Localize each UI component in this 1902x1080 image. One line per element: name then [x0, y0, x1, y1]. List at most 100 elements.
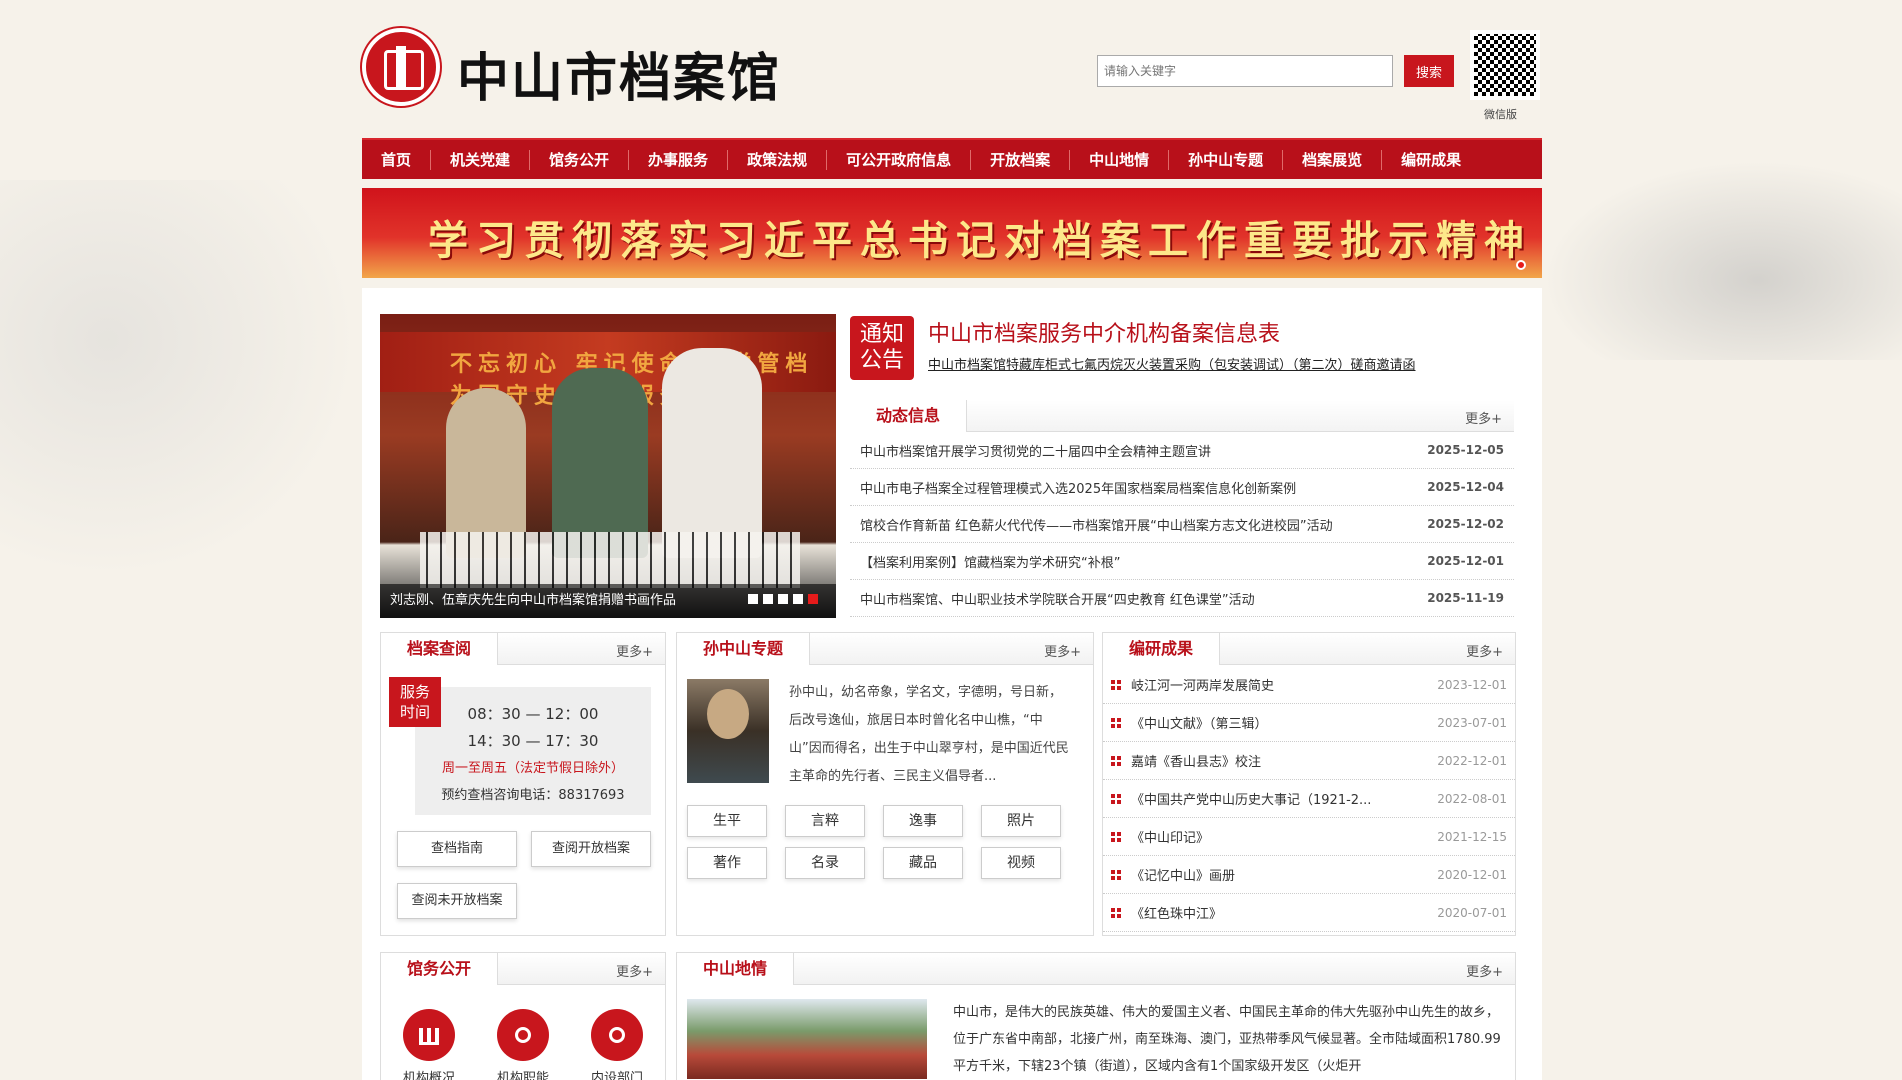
slider-dot-active[interactable]: [808, 594, 818, 604]
slider-dot[interactable]: [778, 594, 788, 604]
guide-button[interactable]: 查档指南: [397, 831, 517, 867]
tag-collection[interactable]: 藏品: [883, 847, 963, 879]
bar-chart-icon: [419, 1023, 439, 1045]
research-item-title[interactable]: 《红色珠中江》: [1131, 903, 1427, 922]
departments-label[interactable]: 内设部门: [577, 1067, 657, 1080]
tag-quotes[interactable]: 言粹: [785, 805, 865, 837]
campaign-banner[interactable]: 学习贯彻落实习近平总书记对档案工作重要批示精神: [362, 188, 1542, 278]
tag-anecdotes[interactable]: 逸事: [883, 805, 963, 837]
affairs-more[interactable]: 更多+: [616, 961, 653, 980]
news-title[interactable]: 中山市档案馆、中山职业技术学院联合开展“四史教育 红色课堂”活动: [860, 589, 1255, 608]
notice-subtitle-link[interactable]: 中山市档案馆特藏库柜式七氟丙烷灭火装置采购（包安装调试）（第二次）磋商邀请函: [928, 354, 1416, 373]
search-button[interactable]: 搜索: [1404, 55, 1454, 87]
tag-works[interactable]: 著作: [687, 847, 767, 879]
zhongshan-more[interactable]: 更多+: [1466, 961, 1503, 980]
org-overview-label[interactable]: 机构概况: [389, 1067, 469, 1080]
research-item[interactable]: 《中国共产党中山历史大事记（1921-2... 2022-08-01: [1103, 780, 1515, 818]
slider-caption[interactable]: 刘志刚、伍章庆先生向中山市档案馆捐赠书画作品: [390, 589, 676, 608]
nav-gov-info[interactable]: 可公开政府信息: [827, 149, 972, 170]
tag-videos[interactable]: 视频: [981, 847, 1061, 879]
research-item[interactable]: 《中山印记》 2021-12-15: [1103, 818, 1515, 856]
research-item-date: 2023-07-01: [1437, 715, 1507, 730]
research-item-title[interactable]: 《中山文献》（第三辑）: [1131, 713, 1427, 732]
research-item-date: 2022-08-01: [1437, 791, 1507, 806]
research-more[interactable]: 更多+: [1466, 641, 1503, 660]
nav-services[interactable]: 办事服务: [629, 149, 729, 170]
slider-dot[interactable]: [793, 594, 803, 604]
research-item[interactable]: 《记忆中山》画册 2020-12-01: [1103, 856, 1515, 894]
slider-dot[interactable]: [748, 594, 758, 604]
slider-dots: [748, 594, 818, 604]
nav-exhibition[interactable]: 档案展览: [1283, 149, 1383, 170]
slider-dot[interactable]: [763, 594, 773, 604]
header: 中山市档案馆 搜索 微信版: [362, 0, 1542, 138]
bullet-icon: [1111, 869, 1121, 880]
zhongshan-title[interactable]: 中山地情: [677, 953, 795, 985]
news-title[interactable]: 馆校合作育新苗 红色薪火代代传——市档案馆开展“中山档案方志文化进校园”活动: [860, 515, 1333, 534]
research-item-title[interactable]: 《中山印记》: [1131, 827, 1427, 846]
org-function-label[interactable]: 机构职能: [483, 1067, 563, 1080]
notice-title[interactable]: 中山市档案服务中介机构备案信息表: [928, 316, 1280, 348]
news-date: 2025-12-05: [1427, 443, 1504, 457]
org-function-icon[interactable]: [497, 1009, 549, 1061]
research-item[interactable]: 《中山文献》（第三辑） 2023-07-01: [1103, 704, 1515, 742]
research-item[interactable]: 《红色珠中江》 2020-07-01: [1103, 894, 1515, 932]
research-title[interactable]: 编研成果: [1103, 633, 1221, 665]
photo-person: [662, 348, 762, 558]
research-item-title[interactable]: 《记忆中山》画册: [1131, 865, 1427, 884]
sun-bio: 孙中山，幼名帝象，学名文，字德明，号日新，后改号逸仙，旅居日本时曾化名中山樵，“…: [789, 685, 1069, 784]
nav-research[interactable]: 编研成果: [1382, 150, 1480, 170]
research-item[interactable]: 嘉靖《香山县志》校注 2022-12-01: [1103, 742, 1515, 780]
news-item[interactable]: 中山市档案馆开展学习贯彻党的二十届四中全会精神主题宣讲 2025-12-05: [850, 432, 1514, 469]
archive-logo-icon[interactable]: [362, 28, 440, 106]
affairs-title[interactable]: 馆务公开: [381, 953, 499, 985]
archive-query-title[interactable]: 档案查阅: [381, 633, 499, 665]
news-item[interactable]: 馆校合作育新苗 红色薪火代代传——市档案馆开展“中山档案方志文化进校园”活动 20…: [850, 506, 1514, 543]
nav-policy[interactable]: 政策法规: [728, 149, 828, 170]
news-date: 2025-11-19: [1427, 591, 1504, 605]
news-item[interactable]: 【档案利用案例】馆藏档案为学术研究“补根” 2025-12-01: [850, 543, 1514, 580]
zhongshan-photo[interactable]: [687, 999, 927, 1079]
news-title[interactable]: 【档案利用案例】馆藏档案为学术研究“补根”: [860, 552, 1120, 571]
service-hours-box: 08：30 — 12：00 14：30 — 17：30 周一至周五（法定节假日除…: [415, 687, 651, 815]
sun-yat-sen-portrait[interactable]: [687, 679, 769, 783]
badge-line: 服务: [399, 683, 430, 701]
nav-home[interactable]: 首页: [362, 149, 432, 170]
research-item-date: 2022-12-01: [1437, 753, 1507, 768]
research-item[interactable]: 岐江河一河两岸发展简史 2023-12-01: [1103, 666, 1515, 704]
tag-photos[interactable]: 照片: [981, 805, 1061, 837]
sun-topic-more[interactable]: 更多+: [1044, 641, 1081, 660]
research-item-title[interactable]: 《中国共产党中山历史大事记（1921-2...: [1131, 789, 1427, 808]
news-slider[interactable]: 不忘初心 牢记使命 为党管档 为国守史 为民服务 刘志刚、伍章庆先生向中山市档案…: [380, 314, 836, 618]
research-item-title[interactable]: 岐江河一河两岸发展简史: [1131, 675, 1427, 694]
news-section-title[interactable]: 动态信息: [850, 400, 968, 432]
bullet-icon: [1111, 717, 1121, 728]
news-title[interactable]: 中山市电子档案全过程管理模式入选2025年国家档案局档案信息化创新案例: [860, 478, 1296, 497]
bullet-icon: [1111, 831, 1121, 842]
archive-query-more[interactable]: 更多+: [616, 641, 653, 660]
open-archive-button[interactable]: 查阅开放档案: [531, 831, 651, 867]
news-item[interactable]: 中山市电子档案全过程管理模式入选2025年国家档案局档案信息化创新案例 2025-…: [850, 469, 1514, 506]
research-item-title[interactable]: 嘉靖《香山县志》校注: [1131, 751, 1427, 770]
nav-affairs[interactable]: 馆务公开: [530, 149, 630, 170]
sun-topic-title[interactable]: 孙中山专题: [677, 633, 811, 665]
news-item[interactable]: 中山市档案馆、中山职业技术学院联合开展“四史教育 红色课堂”活动 2025-11-…: [850, 580, 1514, 617]
nav-local-info[interactable]: 中山地情: [1070, 149, 1170, 170]
news-more-link[interactable]: 更多+: [1465, 408, 1502, 427]
banner-indicator[interactable]: [1516, 260, 1526, 270]
org-overview-icon[interactable]: [403, 1009, 455, 1061]
closed-archive-button[interactable]: 查阅未开放档案: [397, 883, 517, 919]
departments-icon[interactable]: [591, 1009, 643, 1061]
nav-party[interactable]: 机关党建: [431, 149, 531, 170]
tag-biography[interactable]: 生平: [687, 805, 767, 837]
search-input[interactable]: [1097, 55, 1393, 87]
service-days-note: 周一至周五（法定节假日除外）: [441, 761, 624, 776]
service-time-morning: 08：30 — 12：00: [467, 705, 599, 723]
network-icon: [515, 1027, 531, 1043]
site-title[interactable]: 中山市档案馆: [457, 36, 781, 111]
nav-sun-topic[interactable]: 孙中山专题: [1169, 149, 1284, 170]
tag-directory[interactable]: 名录: [785, 847, 865, 879]
news-title[interactable]: 中山市档案馆开展学习贯彻党的二十届四中全会精神主题宣讲: [860, 441, 1211, 460]
nav-open-archives[interactable]: 开放档案: [971, 149, 1071, 170]
news-date: 2025-12-02: [1427, 517, 1504, 531]
